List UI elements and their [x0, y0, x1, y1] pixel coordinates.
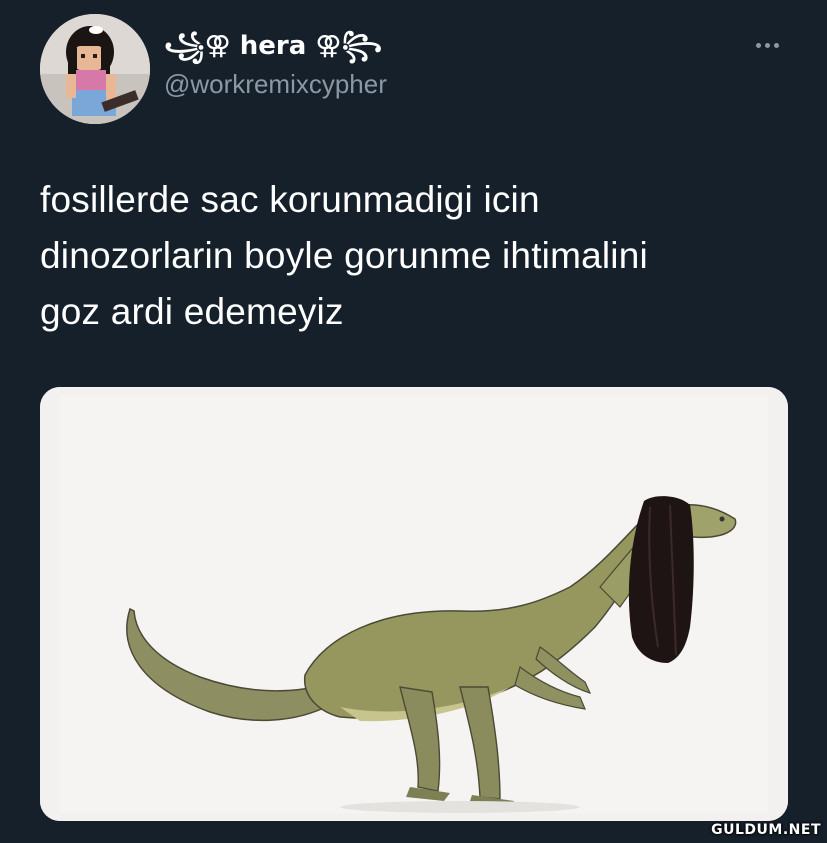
avatar-image: [40, 14, 150, 124]
tweet: ꧁⚢ hera ⚢꧂ @workremixcypher fosillerde s…: [0, 0, 827, 843]
user-info: ꧁⚢ hera ⚢꧂ @workremixcypher: [164, 28, 387, 102]
tweet-text-line: fosillerde sac korunmadigi icin: [40, 179, 540, 220]
more-options-icon[interactable]: [747, 30, 787, 60]
avatar[interactable]: [40, 14, 150, 124]
tweet-text: fosillerde sac korunmadigi icin dinozorl…: [40, 172, 800, 340]
tweet-media[interactable]: [40, 387, 788, 821]
display-name[interactable]: ꧁⚢ hera ⚢꧂: [164, 28, 387, 64]
dinosaur-with-long-hair-image: [40, 387, 788, 821]
tweet-text-line: goz ardi edemeyiz: [40, 291, 344, 332]
watermark: GULDUM.NET: [711, 822, 821, 838]
more-dot: [764, 42, 770, 48]
more-dot: [773, 42, 779, 48]
user-handle[interactable]: @workremixcypher: [164, 66, 387, 102]
more-dot: [755, 42, 761, 48]
tweet-text-line: dinozorlarin boyle gorunme ihtimalini: [40, 235, 648, 276]
